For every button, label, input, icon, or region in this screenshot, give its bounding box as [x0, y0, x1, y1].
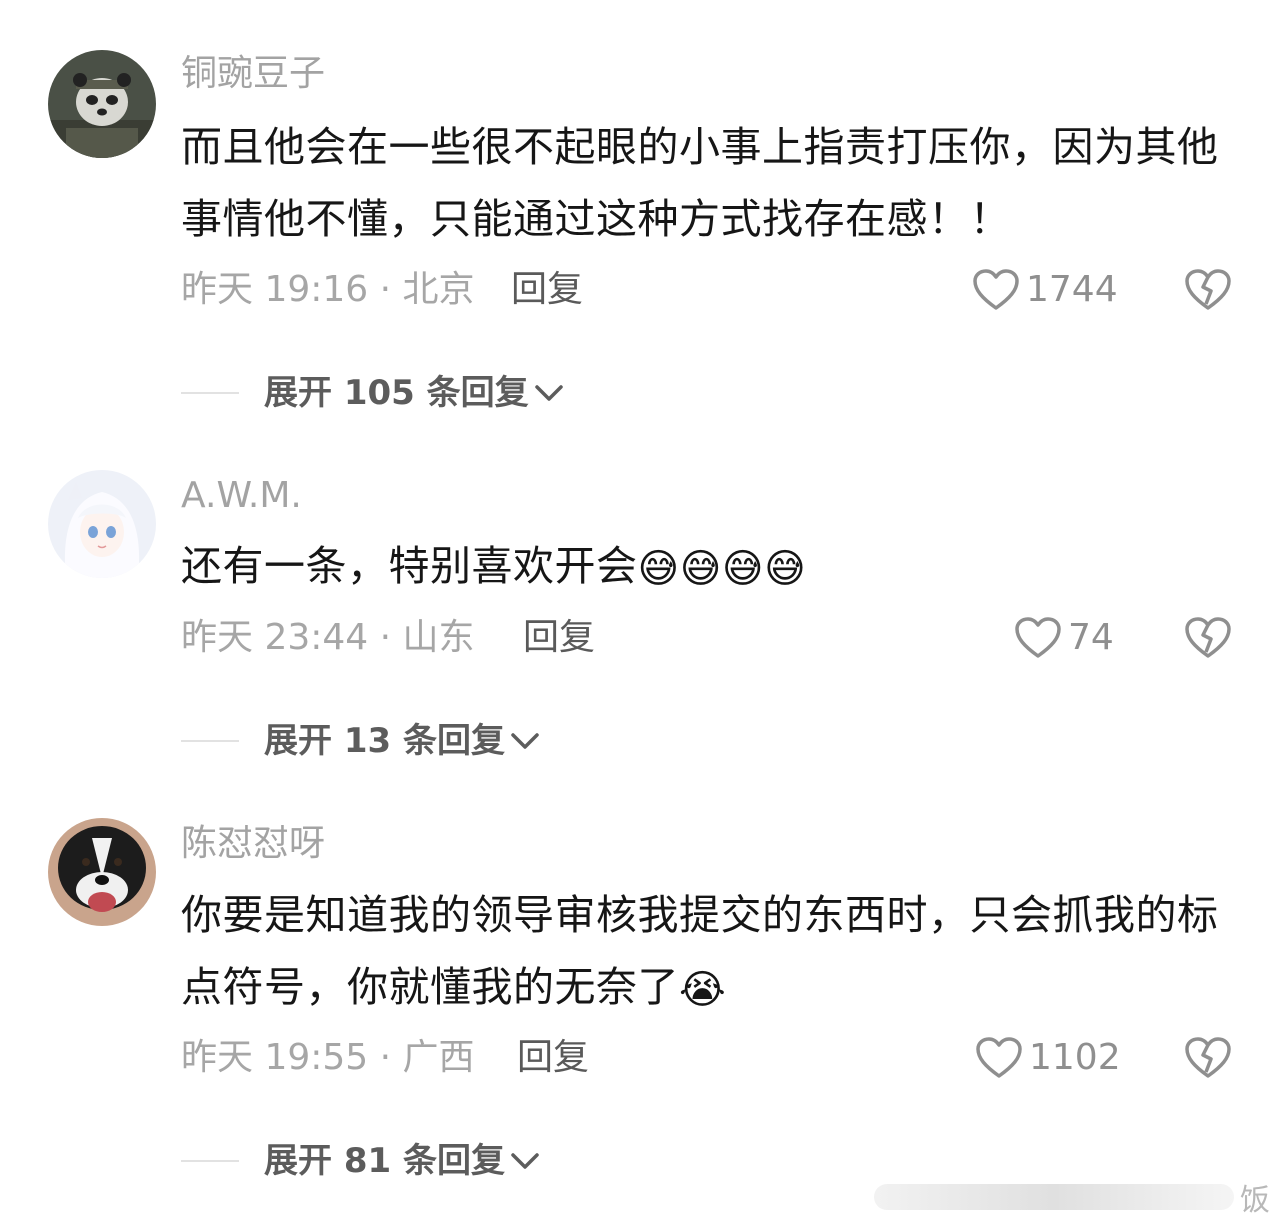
- like-button[interactable]: 74: [1014, 616, 1114, 660]
- reply-button[interactable]: 回复: [523, 616, 595, 660]
- watermark: 饭: [874, 1175, 1270, 1219]
- divider: [181, 392, 239, 394]
- comment-meta: 昨天 23:44 · 山东: [181, 617, 475, 658]
- heart-outline-icon: [973, 269, 1019, 310]
- chevron-down-icon: [511, 1153, 539, 1169]
- comment-text: 还有一条，特别喜欢开会😅😅😅😅: [181, 530, 1221, 605]
- avatar[interactable]: [48, 818, 156, 926]
- avatar[interactable]: [48, 50, 156, 158]
- grimace-sweat-emoji: 😅😅😅😅: [637, 546, 807, 592]
- watermark-text: 饭: [1240, 1183, 1270, 1218]
- comment-text-body: 而且他会在一些很不起眼的小事上指责打压你，因为其他事情他不懂，只能通过这种方式找…: [181, 123, 1219, 243]
- reply-button[interactable]: 回复: [517, 1036, 589, 1080]
- expand-replies-label: 展开 105 条回复: [264, 373, 529, 413]
- comment-text-body: 还有一条，特别喜欢开会: [181, 542, 638, 590]
- broken-heart-icon: [1185, 617, 1231, 658]
- divider: [181, 1160, 239, 1162]
- panda-soldier-avatar-icon: [48, 50, 156, 158]
- crying-emoji: 😭: [679, 967, 727, 1013]
- broken-heart-icon: [1185, 1037, 1231, 1078]
- reply-button[interactable]: 回复: [511, 268, 583, 312]
- broken-heart-icon: [1185, 269, 1231, 310]
- comment-meta: 昨天 19:16 · 北京: [181, 269, 475, 310]
- expand-replies[interactable]: 展开 13 条回复: [181, 719, 541, 763]
- username[interactable]: 铜豌豆子: [181, 52, 325, 96]
- expand-replies-label: 展开 13 条回复: [264, 721, 505, 761]
- dislike-button[interactable]: [1184, 1036, 1232, 1080]
- divider: [181, 740, 239, 742]
- like-button[interactable]: 1102: [975, 1036, 1121, 1080]
- like-button[interactable]: 1744: [972, 268, 1118, 312]
- expand-replies-label: 展开 81 条回复: [264, 1141, 505, 1181]
- dog-avatar-icon: [48, 818, 156, 926]
- like-count: 1744: [1026, 269, 1118, 310]
- chevron-down-icon: [511, 733, 539, 749]
- username[interactable]: A.W.M.: [181, 474, 302, 518]
- heart-outline-icon: [976, 1037, 1022, 1078]
- heart-outline-icon: [1015, 617, 1061, 658]
- anime-girl-avatar-icon: [48, 470, 156, 578]
- like-count: 74: [1068, 617, 1114, 658]
- comment-meta: 昨天 19:55 · 广西: [181, 1037, 475, 1078]
- dislike-button[interactable]: [1184, 268, 1232, 312]
- username[interactable]: 陈怼怼呀: [181, 822, 325, 866]
- like-count: 1102: [1029, 1037, 1121, 1078]
- avatar[interactable]: [48, 470, 156, 578]
- watermark-bar: [874, 1184, 1234, 1210]
- dislike-button[interactable]: [1184, 616, 1232, 660]
- expand-replies[interactable]: 展开 81 条回复: [181, 1139, 541, 1183]
- comment-text: 你要是知道我的领导审核我提交的东西时，只会抓我的标点符号，你就懂我的无奈了😭: [181, 879, 1221, 1026]
- expand-replies[interactable]: 展开 105 条回复: [181, 371, 565, 415]
- comment-text: 而且他会在一些很不起眼的小事上指责打压你，因为其他事情他不懂，只能通过这种方式找…: [181, 111, 1221, 255]
- chevron-down-icon: [534, 385, 563, 401]
